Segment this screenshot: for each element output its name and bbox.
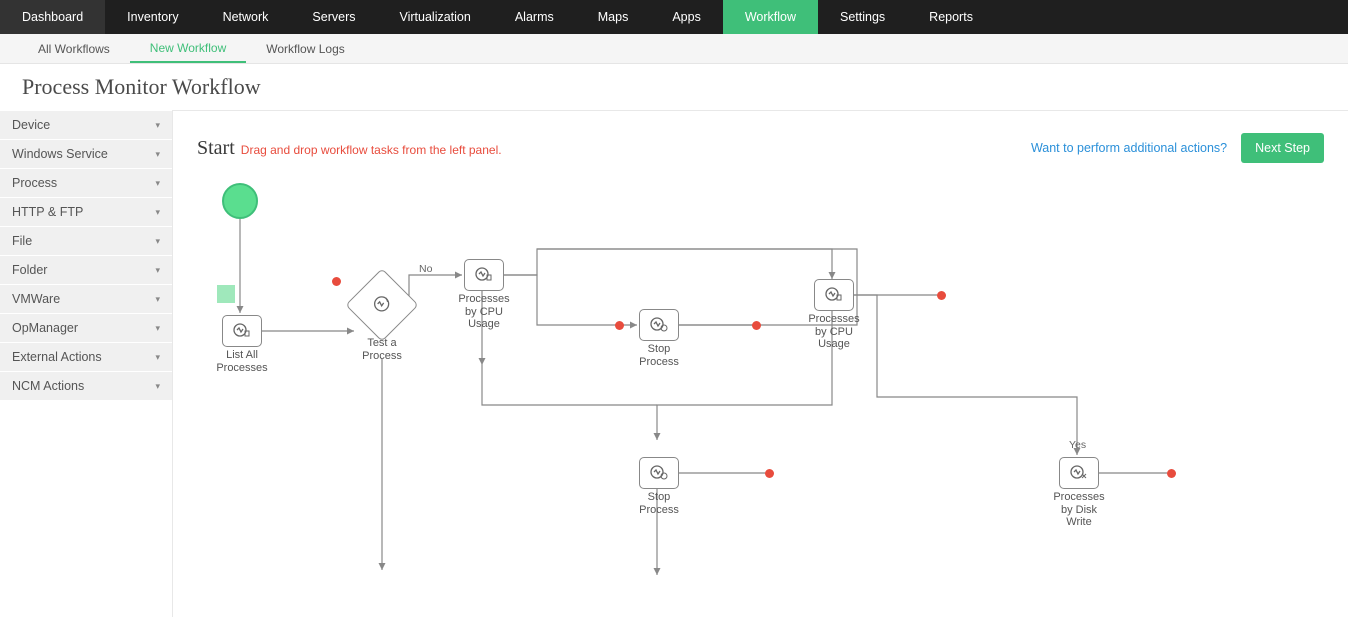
next-step-button[interactable]: Next Step bbox=[1241, 133, 1324, 163]
sidebar-item-label: NCM Actions bbox=[12, 379, 84, 393]
chevron-down-icon: ▾ bbox=[155, 381, 160, 392]
node-processes-by-cpu-2[interactable]: Processes by CPU Usage bbox=[802, 279, 866, 351]
start-node[interactable] bbox=[222, 183, 258, 219]
sidebar-item-external-actions[interactable]: External Actions ▾ bbox=[0, 342, 172, 371]
chevron-down-icon: ▾ bbox=[155, 352, 160, 363]
chevron-down-icon: ▾ bbox=[155, 236, 160, 247]
top-nav-reports[interactable]: Reports bbox=[907, 0, 995, 34]
branch-label-yes: Yes bbox=[1069, 439, 1086, 451]
top-nav: DashboardInventoryNetworkServersVirtuali… bbox=[0, 0, 1348, 34]
branch-label-no: No bbox=[419, 263, 432, 275]
top-nav-maps[interactable]: Maps bbox=[576, 0, 651, 34]
page-title: Process Monitor Workflow bbox=[0, 64, 1348, 110]
start-label: Start bbox=[197, 137, 235, 160]
connector-dot[interactable] bbox=[615, 321, 624, 330]
node-processes-by-cpu-1[interactable]: Processes by CPU Usage bbox=[452, 259, 516, 331]
top-nav-workflow[interactable]: Workflow bbox=[723, 0, 818, 34]
chevron-down-icon: ▾ bbox=[155, 178, 160, 189]
chevron-down-icon: ▾ bbox=[155, 294, 160, 305]
top-nav-settings[interactable]: Settings bbox=[818, 0, 907, 34]
node-stop-process-1[interactable]: Stop Process bbox=[627, 309, 691, 368]
top-nav-inventory[interactable]: Inventory bbox=[105, 0, 200, 34]
top-nav-servers[interactable]: Servers bbox=[290, 0, 377, 34]
connector-dot[interactable] bbox=[332, 277, 341, 286]
sidebar-item-ncm-actions[interactable]: NCM Actions ▾ bbox=[0, 371, 172, 400]
flow-connectors bbox=[197, 175, 1297, 595]
sidebar: Device▾Windows Service▾Process▾HTTP & FT… bbox=[0, 110, 172, 617]
sidebar-item-label: External Actions bbox=[12, 350, 102, 364]
sub-nav-workflow-logs[interactable]: Workflow Logs bbox=[246, 34, 364, 63]
sidebar-item-device[interactable]: Device ▾ bbox=[0, 110, 172, 139]
chevron-down-icon: ▾ bbox=[155, 149, 160, 160]
sidebar-item-label: HTTP & FTP bbox=[12, 205, 83, 219]
sub-nav-new-workflow[interactable]: New Workflow bbox=[130, 34, 246, 63]
stop-icon bbox=[649, 316, 669, 335]
node-processes-by-disk-write[interactable]: Processes by Disk Write bbox=[1047, 457, 1111, 529]
top-nav-network[interactable]: Network bbox=[201, 0, 291, 34]
connector-dot[interactable] bbox=[752, 321, 761, 330]
connector-dot[interactable] bbox=[765, 469, 774, 478]
sub-nav: All WorkflowsNew WorkflowWorkflow Logs bbox=[0, 34, 1348, 64]
sidebar-item-folder[interactable]: Folder ▾ bbox=[0, 255, 172, 284]
sub-nav-all-workflows[interactable]: All Workflows bbox=[18, 34, 130, 63]
stop-icon bbox=[649, 464, 669, 483]
cpu-icon bbox=[824, 286, 844, 305]
chevron-down-icon: ▾ bbox=[155, 207, 160, 218]
top-nav-apps[interactable]: Apps bbox=[650, 0, 723, 34]
chevron-down-icon: ▾ bbox=[155, 323, 160, 334]
sidebar-item-label: VMWare bbox=[12, 292, 60, 306]
disk-icon bbox=[1069, 464, 1089, 483]
sidebar-item-label: Device bbox=[12, 118, 50, 132]
sidebar-item-label: Windows Service bbox=[12, 147, 108, 161]
top-nav-dashboard[interactable]: Dashboard bbox=[0, 0, 105, 34]
canvas-area: Start Drag and drop workflow tasks from … bbox=[172, 110, 1348, 617]
chevron-down-icon: ▾ bbox=[155, 265, 160, 276]
sidebar-item-label: OpManager bbox=[12, 321, 78, 335]
sidebar-item-label: Folder bbox=[12, 263, 47, 277]
sidebar-item-file[interactable]: File ▾ bbox=[0, 226, 172, 255]
top-nav-alarms[interactable]: Alarms bbox=[493, 0, 576, 34]
cpu-icon bbox=[474, 266, 494, 285]
connector-dot[interactable] bbox=[1167, 469, 1176, 478]
sidebar-item-opmanager[interactable]: OpManager ▾ bbox=[0, 313, 172, 342]
sidebar-item-process[interactable]: Process ▾ bbox=[0, 168, 172, 197]
sidebar-item-vmware[interactable]: VMWare ▾ bbox=[0, 284, 172, 313]
node-list-all-processes[interactable]: List All Processes bbox=[210, 315, 274, 374]
connector-dot[interactable] bbox=[937, 291, 946, 300]
sidebar-item-http-ftp[interactable]: HTTP & FTP ▾ bbox=[0, 197, 172, 226]
flow-canvas[interactable]: List All Processes Test a Process No Pro… bbox=[197, 175, 1297, 595]
process-icon bbox=[232, 322, 252, 341]
sidebar-item-windows-service[interactable]: Windows Service ▾ bbox=[0, 139, 172, 168]
sidebar-item-label: File bbox=[12, 234, 32, 248]
top-nav-virtualization[interactable]: Virtualization bbox=[378, 0, 493, 34]
chevron-down-icon: ▾ bbox=[155, 120, 160, 131]
node-stop-process-2[interactable]: Stop Process bbox=[627, 457, 691, 516]
sidebar-item-label: Process bbox=[12, 176, 57, 190]
drop-highlight bbox=[217, 285, 235, 303]
start-hint: Drag and drop workflow tasks from the le… bbox=[241, 143, 502, 157]
additional-actions-link[interactable]: Want to perform additional actions? bbox=[1031, 141, 1227, 155]
node-test-a-process[interactable]: Test a Process bbox=[356, 279, 408, 331]
